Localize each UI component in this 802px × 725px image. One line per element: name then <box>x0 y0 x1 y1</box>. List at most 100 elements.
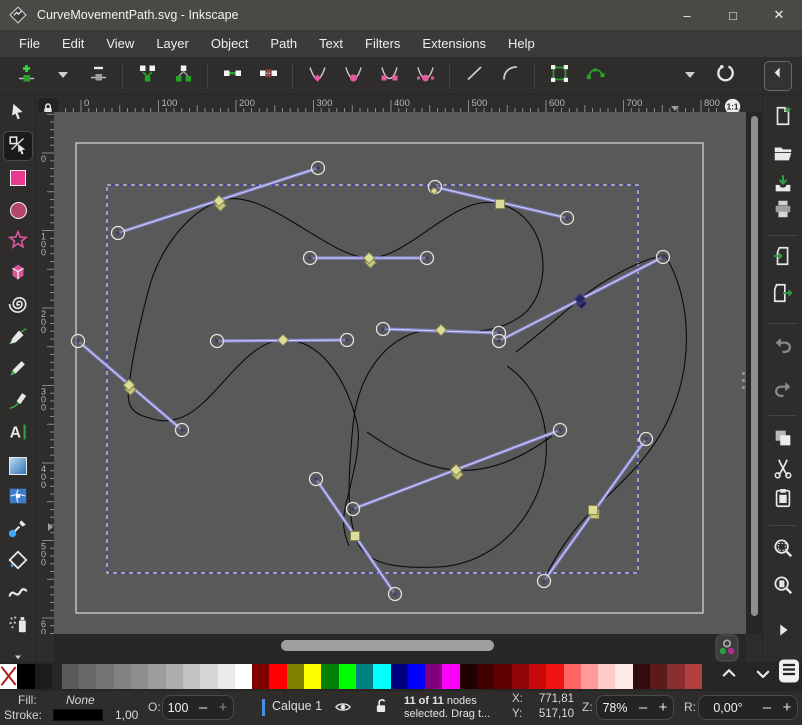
make-symmetric-node-button[interactable] <box>376 63 402 89</box>
color-swatch[interactable] <box>477 664 494 689</box>
dropper-tool[interactable] <box>4 516 32 544</box>
color-swatch[interactable] <box>442 664 459 689</box>
color-swatch[interactable] <box>512 664 529 689</box>
ellipse-tool[interactable] <box>4 196 32 224</box>
color-swatch[interactable] <box>685 664 702 689</box>
color-swatch[interactable] <box>615 664 632 689</box>
insert-node-button[interactable] <box>13 63 39 89</box>
path-curve[interactable] <box>128 201 358 546</box>
layer-name[interactable]: Calque 1 <box>272 699 322 713</box>
collapse-toolbar-button[interactable] <box>764 61 792 91</box>
bucket-tool[interactable] <box>4 548 32 576</box>
color-swatch[interactable] <box>166 664 183 689</box>
color-swatch[interactable] <box>633 664 650 689</box>
toolbar-options-dropdown-button[interactable] <box>676 63 702 89</box>
color-swatch[interactable] <box>581 664 598 689</box>
color-swatch[interactable] <box>391 664 408 689</box>
path-curve[interactable] <box>349 330 546 568</box>
color-swatch[interactable] <box>131 664 148 689</box>
color-swatch[interactable] <box>425 664 442 689</box>
node-tool[interactable] <box>4 132 32 160</box>
path-node[interactable] <box>277 334 288 345</box>
path-node[interactable] <box>351 532 360 541</box>
break-nodes-button[interactable] <box>170 63 196 89</box>
horizontal-ruler[interactable]: 0100200300400500600700800 <box>58 96 722 112</box>
panel-grip-icon[interactable] <box>742 386 745 389</box>
color-swatch[interactable] <box>235 664 252 689</box>
new-document-button[interactable] <box>771 106 795 130</box>
panel-grip-icon[interactable] <box>742 379 745 382</box>
swatch-none[interactable] <box>0 664 17 689</box>
mesh-tool[interactable] <box>4 484 32 512</box>
calligraphy-tool[interactable] <box>4 388 32 416</box>
horizontal-scrollbar-thumb[interactable] <box>281 640 494 651</box>
color-swatch[interactable] <box>373 664 390 689</box>
make-smooth-node-button[interactable] <box>340 63 366 89</box>
rotation-spinner[interactable]: 0,00° – + <box>698 695 798 720</box>
undo-button[interactable] <box>771 335 795 359</box>
gradient-tool[interactable] <box>4 452 32 480</box>
color-swatch[interactable] <box>304 664 321 689</box>
color-swatch[interactable] <box>269 664 286 689</box>
color-swatch[interactable] <box>650 664 667 689</box>
zoom-value[interactable]: 78% <box>597 701 633 715</box>
text-tool[interactable]: A <box>4 420 32 448</box>
export-image-button[interactable] <box>771 283 795 307</box>
horizontal-scrollbar[interactable] <box>54 634 746 662</box>
palette-menu-button[interactable] <box>778 663 800 685</box>
color-swatch[interactable] <box>218 664 235 689</box>
path-curve[interactable] <box>219 198 543 331</box>
rotation-value[interactable]: 0,00° <box>699 701 757 715</box>
color-swatch[interactable] <box>252 664 269 689</box>
color-swatch[interactable] <box>460 664 477 689</box>
join-nodes-button[interactable] <box>134 63 160 89</box>
path-node[interactable] <box>435 324 446 335</box>
color-swatch[interactable] <box>339 664 356 689</box>
print-document-button[interactable] <box>771 199 795 223</box>
layer-lock-icon[interactable] <box>372 697 390 718</box>
menu-view[interactable]: View <box>95 32 145 55</box>
object-to-path-button[interactable] <box>546 63 572 89</box>
maximize-button[interactable]: □ <box>710 0 756 30</box>
color-swatch[interactable] <box>287 664 304 689</box>
rectangle-tool[interactable] <box>4 164 32 192</box>
color-swatch[interactable] <box>114 664 131 689</box>
color-swatch[interactable] <box>17 664 34 689</box>
color-swatch[interactable] <box>35 664 52 689</box>
import-image-button[interactable] <box>771 246 795 270</box>
color-swatch[interactable] <box>564 664 581 689</box>
rotation-decrease-button[interactable]: – <box>757 699 777 716</box>
layer-visibility-eye-icon[interactable] <box>334 698 352 719</box>
path-curve[interactable] <box>516 255 686 580</box>
color-swatch[interactable] <box>529 664 546 689</box>
color-swatch[interactable] <box>667 664 684 689</box>
menu-object[interactable]: Object <box>200 32 260 55</box>
canvas[interactable] <box>54 112 746 634</box>
join-with-segment-button[interactable] <box>219 63 245 89</box>
menu-path[interactable]: Path <box>259 32 308 55</box>
delete-segment-button[interactable] <box>255 63 281 89</box>
zoom-decrease-button[interactable]: – <box>633 699 653 716</box>
opacity-spinner[interactable]: 100 – + <box>162 695 234 720</box>
cut-button[interactable] <box>771 458 795 482</box>
color-swatch[interactable] <box>598 664 615 689</box>
palette-scroll-down-button[interactable] <box>752 665 774 687</box>
menu-extensions[interactable]: Extensions <box>411 32 497 55</box>
vertical-ruler[interactable]: 0100200300400500600 <box>38 112 54 634</box>
spray-tool[interactable] <box>4 612 32 640</box>
color-swatch[interactable] <box>494 664 511 689</box>
spiral-tool[interactable] <box>4 292 32 320</box>
path-curve[interactable] <box>367 432 552 470</box>
color-swatch[interactable] <box>183 664 200 689</box>
redo-button[interactable] <box>771 379 795 403</box>
zoom-to-drawing-button[interactable] <box>771 575 795 599</box>
delete-node-button[interactable] <box>85 63 111 89</box>
color-swatch[interactable] <box>200 664 217 689</box>
color-swatch[interactable] <box>356 664 373 689</box>
close-button[interactable]: ✕ <box>756 0 802 30</box>
color-swatch[interactable] <box>96 664 113 689</box>
expand-panel-button[interactable] <box>771 620 795 644</box>
opacity-decrease-button[interactable]: – <box>193 699 213 716</box>
star-tool[interactable] <box>4 228 32 256</box>
open-document-button[interactable] <box>771 143 795 167</box>
